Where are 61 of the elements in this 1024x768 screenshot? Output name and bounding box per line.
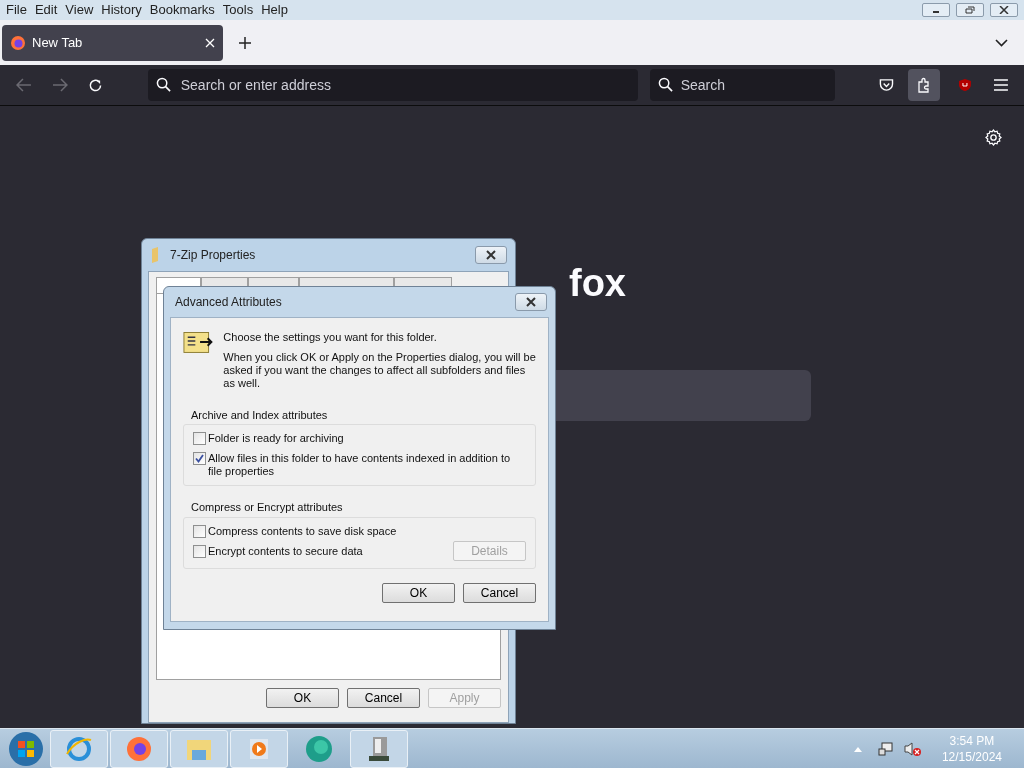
folder-icon [183, 329, 214, 355]
dialog-button[interactable]: Cancel [347, 688, 420, 708]
close-icon [486, 250, 496, 260]
window-title: 7-Zip Properties [170, 247, 256, 264]
checkbox[interactable] [193, 432, 206, 445]
new-tab-icon[interactable] [238, 35, 252, 50]
menu-item[interactable]: Help [257, 0, 292, 20]
reload-icon[interactable] [87, 77, 103, 93]
address-bar[interactable]: Search or enter address [147, 69, 638, 101]
tab-title: New Tab [32, 33, 83, 52]
menu-item[interactable]: Tools [218, 0, 258, 20]
restore-icon [965, 6, 975, 14]
close-button[interactable] [515, 293, 547, 311]
checkbox[interactable] [193, 544, 206, 558]
option-label: Folder is ready for archiving [208, 432, 345, 445]
menu-item[interactable]: History [97, 0, 146, 20]
checkbox[interactable] [193, 524, 206, 538]
dialog-button[interactable]: OK [382, 582, 455, 603]
intro-text: Choose the settings you want for this folder. [223, 330, 438, 345]
pocket-icon[interactable] [879, 78, 895, 92]
search-field[interactable]: Search [649, 69, 836, 101]
menu-item[interactable]: Bookmarks [145, 0, 219, 20]
clock-time: 3:54 PM [949, 732, 995, 749]
browser-logo-icon [10, 34, 26, 51]
group-title: Compress or Encrypt attributes [191, 500, 344, 515]
settings-icon[interactable] [985, 129, 1002, 146]
browser-taskbar-icon[interactable] [110, 729, 168, 768]
checkbox[interactable] [193, 452, 206, 465]
menu-item[interactable]: View [61, 0, 98, 20]
minimize-button[interactable] [922, 3, 950, 17]
search-icon [657, 77, 673, 92]
network-icon[interactable] [877, 740, 894, 757]
option-label: Compress contents to save disk space [208, 524, 398, 538]
browser-tab[interactable]: New Tab [2, 24, 223, 61]
close-button[interactable] [475, 246, 507, 264]
note-text: When you click OK or Apply on the Properties dialog, you will be asked if you want the changes to affect all subfolders and files as well. [223, 350, 536, 390]
close-button[interactable] [990, 3, 1018, 17]
shield-icon[interactable] [958, 78, 973, 92]
window-title: Advanced Attributes [175, 294, 282, 311]
menu-icon[interactable] [994, 79, 1008, 91]
dialog-button[interactable]: OK [266, 688, 339, 708]
group-title: Archive and Index attributes [191, 407, 329, 423]
back-icon[interactable] [16, 78, 32, 92]
server-taskbar-icon[interactable] [350, 729, 408, 768]
clock-date: 12/15/2024 [941, 748, 1002, 765]
extensions-button[interactable] [908, 69, 941, 101]
close-icon [999, 6, 1009, 14]
restore-button[interactable] [956, 3, 984, 17]
browser-taskbar-icon[interactable] [50, 729, 108, 768]
chevron-icon[interactable] [995, 38, 1008, 47]
forward-icon[interactable] [51, 78, 68, 92]
volume-muted-icon[interactable] [903, 740, 922, 757]
search-icon [155, 77, 171, 92]
brand-wordmark: fox [569, 264, 626, 302]
option-label: Encrypt contents to secure data [208, 544, 364, 558]
menu-item[interactable]: File [2, 0, 31, 20]
close-icon [526, 297, 536, 307]
dialog-button[interactable]: Cancel [463, 582, 536, 603]
option-label: Allow files in this folder to have contents indexed in addition to file properties [208, 452, 512, 478]
menu-item[interactable]: Edit [30, 0, 62, 20]
close-icon[interactable] [205, 37, 215, 48]
